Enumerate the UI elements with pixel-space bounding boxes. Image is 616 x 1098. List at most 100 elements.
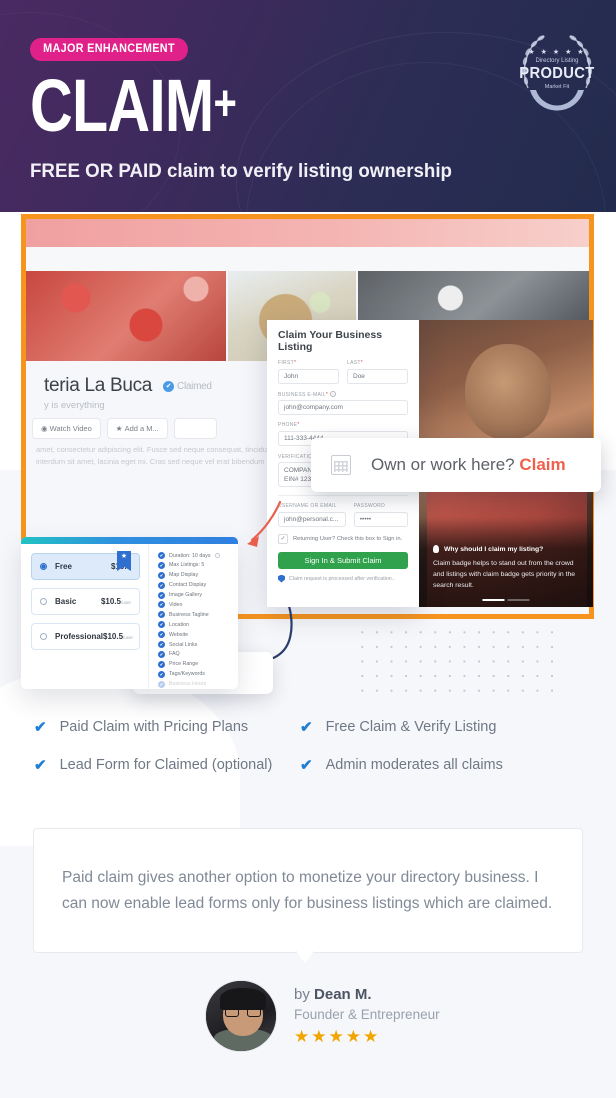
feature-item: ✔ Location	[158, 621, 190, 629]
listing-title: teria La Buca ✔ Claimed	[44, 375, 212, 397]
feature-label: Admin moderates all claims	[325, 757, 503, 773]
plan-option-free[interactable]: Free $10.5 ★	[31, 551, 140, 580]
radio-icon[interactable]	[40, 598, 47, 605]
red-arrow-annotation	[247, 500, 282, 547]
person-photo	[465, 344, 551, 440]
phone-label: PHONE*	[278, 422, 300, 428]
lightbulb-icon	[433, 545, 439, 553]
returning-user-checkbox-row[interactable]: ✓ Returning User? Check this box to Sign…	[278, 533, 408, 544]
watch-video-button[interactable]: ◉ Watch Video	[32, 418, 101, 439]
feature-item: ✔ FAQ	[158, 650, 180, 658]
feature-row-2: ✔ Lead Form for Claimed (optional) ✔ Adm…	[0, 756, 616, 774]
first-name-input[interactable]: John	[278, 368, 339, 384]
why-claim-question: Why should I claim my listing?	[433, 545, 579, 553]
plan-per: /user	[123, 635, 134, 640]
business-email-label: BUSINESS E-MAIL* ?	[278, 390, 336, 398]
rating-stars: ★★★★★	[294, 1026, 381, 1046]
radio-icon[interactable]	[40, 563, 47, 570]
author-role: Founder & Entrepreneur	[294, 1006, 440, 1022]
feature-item: ✔ Duration: 10 days	[158, 552, 232, 559]
carousel-dot-1[interactable]	[482, 599, 505, 601]
claim-link[interactable]: Claim	[519, 455, 565, 474]
radio-icon[interactable]	[40, 633, 47, 640]
check-icon: ✔	[158, 631, 165, 639]
feature-paid-claim: ✔ Paid Claim with Pricing Plans	[0, 718, 300, 736]
username-label: USERNAME OR EMAIL	[278, 503, 337, 509]
hero-subtitle: FREE OR PAID claim to verify listing own…	[30, 160, 452, 182]
plan-price: $10.5/user	[100, 597, 131, 606]
feature-label: Free Claim & Verify Listing	[325, 719, 497, 735]
check-icon: ✔	[158, 581, 165, 589]
plan-name: Free	[55, 562, 72, 571]
business-email-input[interactable]: john@company.com	[278, 400, 408, 415]
check-icon: ✔	[158, 650, 165, 658]
feature-free-claim: ✔ Free Claim & Verify Listing	[300, 718, 496, 736]
plan-options-list: Free $10.5 ★ Basic $10.5/user Profession…	[21, 544, 148, 689]
feature-label: Lead Form for Claimed (optional)	[59, 757, 273, 773]
help-icon[interactable]: ?	[329, 390, 336, 397]
form-divider	[278, 495, 408, 496]
check-icon: ✔	[158, 552, 165, 559]
username-input[interactable]: john@personal.c...	[278, 511, 346, 527]
check-icon: ✔	[34, 757, 47, 774]
check-icon: ✔	[158, 561, 165, 569]
own-banner-text: Own or work here? Claim	[371, 455, 566, 475]
plan-option-professional[interactable]: Professional $10.5/user	[31, 623, 140, 650]
feature-item: ✔ Map Display	[158, 571, 199, 579]
password-input[interactable]: •••••	[353, 511, 408, 527]
add-review-button[interactable]: ★ Add a M...	[106, 418, 168, 439]
feature-item: ✔ Tags/Keywords	[158, 670, 205, 678]
pricing-plans-card: Free $10.5 ★ Basic $10.5/user Profession…	[21, 537, 238, 689]
award-badge: ★ ★ ★ ★ ★ Directory Listing PRODUCT Mark…	[514, 26, 600, 114]
listing-claimed-label: Claimed	[177, 381, 212, 392]
own-or-work-here-banner[interactable]: Own or work here? Claim	[311, 438, 601, 492]
feature-item: ✔ Max Listings: 5	[158, 561, 205, 569]
feature-item: ✔ Website	[158, 631, 189, 639]
award-line-3: Market Fit	[544, 84, 570, 90]
award-line-1: Directory Listing	[535, 58, 579, 64]
claim-note-text: Claim request is processed after verific…	[289, 575, 395, 582]
hero-section: MAJOR ENHANCEMENT CLAIM+ FREE OR PAID cl…	[0, 0, 616, 212]
author-name-text: Dean M.	[314, 985, 372, 1003]
feature-item: ✔ Social Links	[158, 641, 198, 649]
carousel-indicators[interactable]	[482, 599, 530, 601]
why-claim-question-text: Why should I claim my listing?	[444, 545, 544, 553]
feature-item: ✔ Business Tagline	[158, 611, 209, 619]
check-icon: ✔	[34, 719, 47, 736]
plan-option-basic[interactable]: Basic $10.5/user	[31, 588, 140, 615]
check-icon: ✔	[300, 757, 313, 774]
testimonial-author: by Dean M. Founder & Entrepreneur ★★★★★	[205, 980, 440, 1052]
submit-claim-button[interactable]: Sign In & Submit Claim	[278, 551, 408, 569]
feature-item: ✔ Business Hours	[158, 680, 207, 688]
author-by-prefix: by	[294, 985, 315, 1003]
help-icon[interactable]	[214, 553, 220, 558]
check-icon: ✔	[158, 571, 165, 579]
plan-price: $10.5/user	[103, 632, 134, 641]
feature-checklist: ✔ Paid Claim with Pricing Plans ✔ Free C…	[0, 718, 616, 794]
returning-user-label: Returning User? Check this box to Sign i…	[293, 535, 403, 542]
feature-item: ✔ Contact Display	[158, 581, 207, 589]
listing-subheader	[26, 247, 589, 271]
calendar-icon	[331, 455, 351, 475]
promo-page: MAJOR ENHANCEMENT CLAIM+ FREE OR PAID cl…	[0, 0, 616, 1098]
why-claim-body: Claim badge helps to stand out from the …	[433, 560, 576, 589]
last-name-input[interactable]: Doe	[347, 368, 408, 384]
listing-header-bar	[26, 219, 589, 247]
first-name-label: FIRST*	[278, 360, 297, 366]
add-review-label: Add a M...	[124, 424, 159, 433]
check-icon: ✔	[300, 719, 313, 736]
shield-icon	[278, 574, 285, 583]
feature-admin-moderates: ✔ Admin moderates all claims	[300, 756, 503, 774]
listing-tagline: y is everything	[44, 400, 105, 411]
major-enhancement-badge: MAJOR ENHANCEMENT	[30, 38, 189, 61]
check-icon: ✔	[158, 680, 165, 688]
listing-action-buttons: ◉ Watch Video ★ Add a M...	[32, 418, 217, 439]
watch-video-label: Watch Video	[49, 424, 92, 433]
carousel-dot-2[interactable]	[507, 599, 530, 601]
avatar	[205, 980, 277, 1052]
extra-button[interactable]	[173, 418, 217, 439]
author-name: by Dean M.	[294, 986, 440, 1003]
why-claim-text-block: Why should I claim my listing? Claim bad…	[419, 545, 593, 607]
product-screenshot-composite: teria La Buca ✔ Claimed y is everything …	[0, 210, 616, 846]
plan-name: Basic	[55, 597, 77, 606]
